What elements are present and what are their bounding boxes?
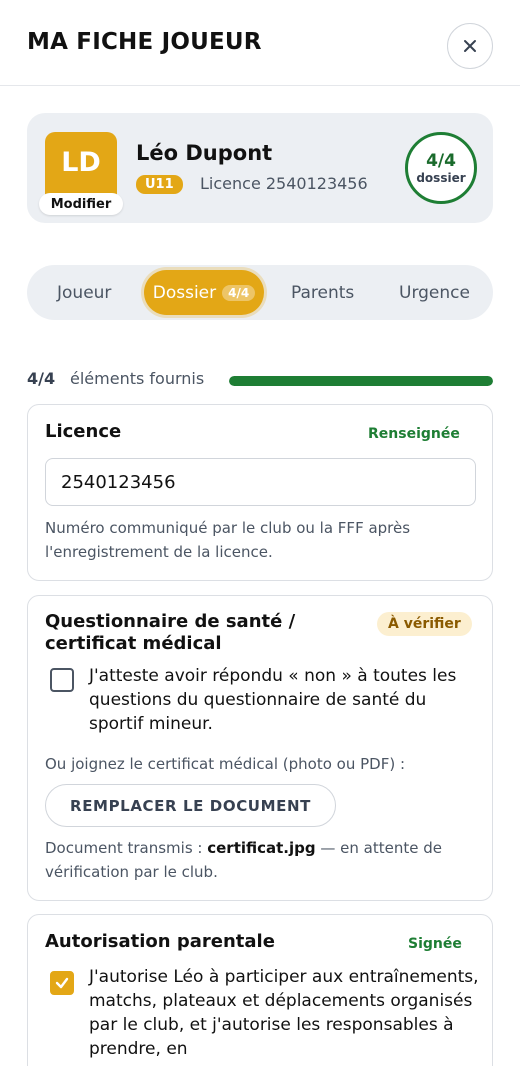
close-icon [464,40,476,52]
modify-avatar-button[interactable]: Modifier [39,193,123,215]
page-title: MA FICHE JOUEUR [27,29,262,55]
category-badge: U11 [136,175,183,194]
dossier-progress-label: dossier [416,171,466,185]
progress-count: 4/4 [27,369,56,388]
tab-dossier[interactable]: Dossier 4/4 [144,270,264,315]
parental-card-title: Autorisation parentale [45,931,275,952]
parental-authorisation-label: J'autorise Léo à participer aux entraîne… [89,967,479,1059]
progress-bar [229,376,493,386]
dossier-progress-count: 4/4 [426,151,456,171]
section-tabs: Joueur Dossier 4/4 Parents Urgence [27,265,493,320]
dossier-progress-row: 4/4 éléments fournis [27,369,493,391]
replace-document-button[interactable]: REMPLACER LE DOCUMENT [45,784,336,827]
document-filename: certificat.jpg [207,839,316,857]
health-questionnaire-label: J'atteste avoir répondu « non » à toutes… [89,666,457,734]
health-card-title-line2: certificat médical [45,633,222,654]
document-status-text: Document transmis : certificat.jpg — en … [45,836,475,884]
dossier-progress-circle: 4/4 dossier [405,132,477,204]
parental-authorisation-card: Autorisation parentale Signée J'autorise… [27,914,493,1066]
close-button[interactable] [447,23,493,69]
progress-label: éléments fournis [70,369,205,388]
licence-number-text: Licence 2540123456 [200,174,368,193]
progress-bar-fill [229,376,493,386]
tab-joueur[interactable]: Joueur [57,265,111,320]
tab-parents[interactable]: Parents [291,265,354,320]
avatar-initials: LD [61,146,101,178]
health-card-title-line1: Questionnaire de santé / [45,611,296,632]
licence-help-text: Numéro communiqué par le club ou la FFF … [45,519,411,561]
check-icon [55,977,69,989]
licence-number-input[interactable] [45,458,476,506]
parental-authorisation-checkbox[interactable] [50,971,74,995]
player-name: Léo Dupont [136,141,273,165]
tab-dossier-count: 4/4 [222,284,256,301]
health-status-badge: À vérifier [377,612,472,636]
health-card: Questionnaire de santé / certificat médi… [27,595,493,901]
parental-status-badge: Signée [408,936,462,952]
player-summary-card: LD Modifier Léo Dupont U11 Licence 25401… [27,113,493,223]
tab-dossier-label: Dossier [152,282,217,303]
health-questionnaire-checkbox[interactable] [50,668,74,692]
licence-card: Licence Renseignée Numéro communiqué par… [27,404,493,581]
licence-card-title: Licence [45,421,122,442]
tab-urgence[interactable]: Urgence [399,265,470,320]
modal-header: MA FICHE JOUEUR [0,0,520,86]
certificate-upload-text: Ou joignez le certificat médical (photo … [45,755,406,773]
licence-status-badge: Renseignée [368,426,460,442]
document-prefix: Document transmis : [45,839,208,857]
